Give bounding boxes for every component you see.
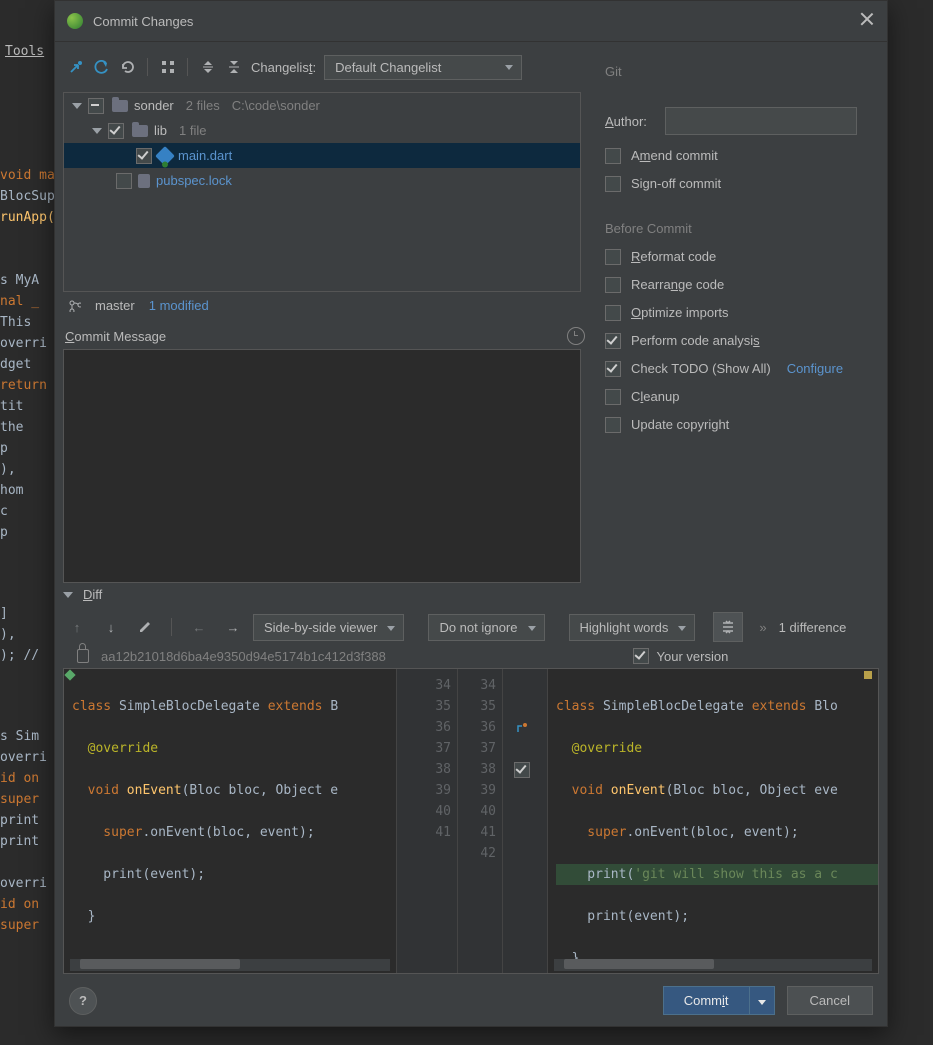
tree-path: C:\code\sonder bbox=[232, 98, 320, 113]
next-change-icon[interactable]: ↓ bbox=[97, 613, 125, 641]
lock-icon bbox=[77, 649, 89, 663]
reformat-checkbox[interactable] bbox=[605, 249, 621, 265]
tree-label: main.dart bbox=[178, 148, 232, 163]
amend-label: Amend commit bbox=[631, 145, 718, 167]
checkbox[interactable] bbox=[136, 148, 152, 164]
app-icon bbox=[67, 13, 83, 29]
dialog-title: Commit Changes bbox=[93, 14, 193, 29]
commit-changes-dialog: Commit Changes Changelist: Default Chan bbox=[54, 0, 888, 1027]
optimize-checkbox[interactable] bbox=[605, 305, 621, 321]
checkbox[interactable] bbox=[108, 123, 124, 139]
signoff-label: Sign-off commit bbox=[631, 173, 721, 195]
todo-label: Check TODO (Show All) bbox=[631, 358, 771, 380]
close-icon[interactable] bbox=[857, 9, 877, 29]
viewer-mode-select[interactable]: Side-by-side viewer bbox=[253, 614, 404, 641]
commit-message-input[interactable] bbox=[63, 349, 581, 583]
branch-name: master bbox=[95, 298, 135, 313]
tree-file-main[interactable]: main.dart bbox=[64, 143, 580, 168]
collapse-all-icon[interactable] bbox=[221, 54, 247, 80]
your-version-label: Your version bbox=[633, 648, 729, 664]
analysis-checkbox[interactable] bbox=[605, 333, 621, 349]
author-label: Author: bbox=[605, 114, 655, 129]
include-line-gutter bbox=[503, 669, 548, 973]
file-icon bbox=[138, 174, 150, 188]
tools-menu[interactable]: Tools bbox=[5, 44, 44, 59]
branch-icon bbox=[69, 300, 81, 312]
back-icon[interactable]: ← bbox=[185, 613, 213, 641]
diff-label: Diff bbox=[83, 587, 102, 602]
cleanup-label: Cleanup bbox=[631, 386, 679, 408]
edit-icon[interactable] bbox=[131, 613, 159, 641]
commit-button[interactable]: Commit bbox=[663, 986, 775, 1015]
git-section-label: Git bbox=[605, 64, 873, 79]
tree-label: lib bbox=[154, 123, 167, 138]
rearrange-checkbox[interactable] bbox=[605, 277, 621, 293]
diff-viewer[interactable]: class SimpleBlocDelegate extends B @over… bbox=[63, 668, 879, 974]
right-line-numbers: 343536373839404142 bbox=[458, 669, 503, 973]
chevron-down-icon[interactable] bbox=[92, 126, 102, 136]
reformat-label: Reformat code bbox=[631, 246, 716, 268]
amend-checkbox[interactable] bbox=[605, 148, 621, 164]
diff-left-code: class SimpleBlocDelegate extends B @over… bbox=[64, 669, 396, 974]
changelist-combo[interactable]: Default Changelist bbox=[324, 55, 522, 80]
dialog-titlebar: Commit Changes bbox=[55, 1, 887, 42]
dart-file-icon bbox=[155, 146, 175, 166]
more-icon[interactable]: » bbox=[759, 620, 766, 635]
revert-icon[interactable] bbox=[89, 54, 115, 80]
copyright-checkbox[interactable] bbox=[605, 417, 621, 433]
tree-label: sonder bbox=[134, 98, 174, 113]
rearrange-label: Rearrange code bbox=[631, 274, 724, 296]
collapse-unchanged-icon[interactable] bbox=[713, 612, 743, 642]
history-icon[interactable] bbox=[567, 327, 585, 345]
checkbox[interactable] bbox=[116, 173, 132, 189]
cancel-button[interactable]: Cancel bbox=[787, 986, 873, 1015]
tree-meta: 2 files bbox=[186, 98, 220, 113]
tree-file-pubspec[interactable]: pubspec.lock bbox=[64, 168, 580, 193]
folder-icon bbox=[132, 125, 148, 137]
folder-icon bbox=[112, 100, 128, 112]
author-input[interactable] bbox=[665, 107, 857, 135]
refresh-icon[interactable] bbox=[115, 54, 141, 80]
expand-all-icon[interactable] bbox=[195, 54, 221, 80]
tree-label: pubspec.lock bbox=[156, 173, 232, 188]
left-line-numbers: 3435363738394041 bbox=[397, 669, 458, 973]
tree-meta: 1 file bbox=[179, 123, 206, 138]
signoff-checkbox[interactable] bbox=[605, 176, 621, 192]
scrollbar[interactable] bbox=[70, 959, 390, 971]
scrollbar[interactable] bbox=[554, 959, 872, 971]
diff-right-code: class SimpleBlocDelegate extends Blo @ov… bbox=[548, 669, 878, 974]
whitespace-select[interactable]: Do not ignore bbox=[428, 614, 544, 641]
include-line-checkbox[interactable] bbox=[514, 762, 530, 778]
tree-root[interactable]: sonder 2 files C:\code\sonder bbox=[64, 93, 580, 118]
changelist-label: Changelist: bbox=[251, 60, 316, 75]
your-version-checkbox[interactable] bbox=[633, 648, 649, 664]
chevron-down-icon[interactable] bbox=[63, 592, 73, 598]
checkbox[interactable] bbox=[88, 98, 104, 114]
tree-folder-lib[interactable]: lib 1 file bbox=[64, 118, 580, 143]
group-icon[interactable] bbox=[155, 54, 181, 80]
commit-toolbar: Changelist: Default Changelist bbox=[63, 50, 591, 84]
changes-tree[interactable]: sonder 2 files C:\code\sonder lib 1 file bbox=[63, 92, 581, 292]
difference-count: 1 difference bbox=[779, 620, 847, 635]
configure-link[interactable]: Configure bbox=[787, 358, 843, 380]
modified-count[interactable]: 1 modified bbox=[149, 298, 209, 313]
commit-message-label: Commit Message bbox=[65, 329, 166, 344]
chevron-down-icon[interactable] bbox=[72, 101, 82, 111]
help-button[interactable]: ? bbox=[69, 987, 97, 1015]
todo-checkbox[interactable] bbox=[605, 361, 621, 377]
file-revision-hash: aa12b21018d6ba4e9350d94e5174b1c412d3f388 bbox=[101, 649, 386, 664]
highlight-select[interactable]: Highlight words bbox=[569, 614, 696, 641]
cleanup-checkbox[interactable] bbox=[605, 389, 621, 405]
gutter-warn-icon bbox=[864, 671, 872, 679]
analysis-label: Perform code analysis bbox=[631, 330, 760, 352]
forward-icon[interactable]: → bbox=[219, 613, 247, 641]
before-commit-label: Before Commit bbox=[605, 221, 873, 236]
optimize-label: Optimize imports bbox=[631, 302, 729, 324]
commit-dropdown[interactable] bbox=[749, 987, 774, 1014]
copyright-label: Update copyright bbox=[631, 414, 729, 436]
prev-change-icon[interactable]: ↑ bbox=[63, 613, 91, 641]
show-diff-icon[interactable] bbox=[63, 54, 89, 80]
gutter-arrow-icon[interactable] bbox=[516, 722, 528, 734]
